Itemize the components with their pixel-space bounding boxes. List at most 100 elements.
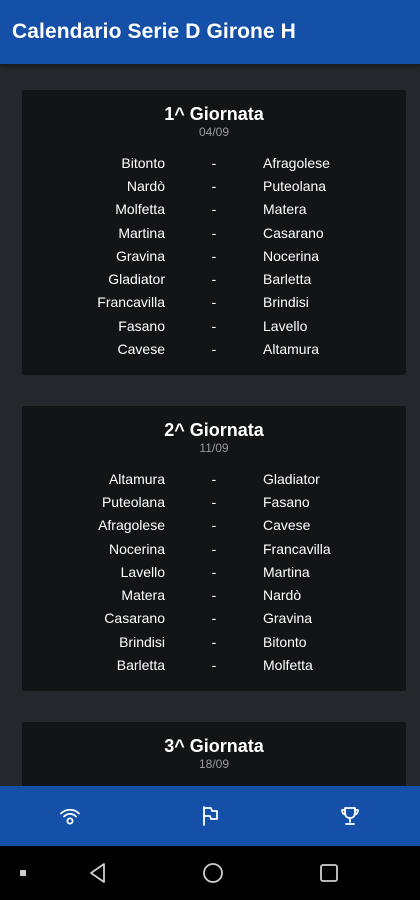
match-row: Brindisi - Bitonto	[22, 630, 406, 653]
away-team: Fasano	[263, 493, 310, 510]
away-team: Matera	[263, 201, 307, 218]
match-separator: -	[211, 633, 217, 650]
system-recents-button[interactable]	[314, 858, 344, 888]
away-team: Altamura	[263, 341, 320, 358]
match-row: Nocerina - Francavilla	[22, 537, 406, 560]
away-team: Gravina	[263, 610, 313, 627]
match-separator: -	[211, 657, 217, 674]
home-team: Barletta	[116, 657, 165, 674]
match-separator: -	[211, 201, 217, 218]
match-separator: -	[211, 493, 217, 510]
home-team: Altamura	[108, 470, 165, 487]
match-separator: -	[211, 247, 217, 264]
away-team: Casarano	[263, 224, 324, 241]
round-card: 2^ Giornata 11/09 Altamura - Gladiator Put…	[22, 406, 406, 691]
match-separator: -	[211, 317, 217, 334]
home-team: Brindisi	[119, 633, 165, 650]
match-row: Gladiator - Barletta	[22, 267, 406, 290]
match-separator: -	[211, 177, 217, 194]
back-icon	[90, 863, 105, 883]
page-title: Calendario Serie D Girone H	[12, 20, 296, 43]
match-row: Francavilla - Brindisi	[22, 291, 406, 314]
home-team: Fasano	[118, 317, 165, 334]
away-team: Bitonto	[263, 633, 307, 650]
trophy-icon	[341, 807, 359, 825]
nav-live-button[interactable]	[40, 786, 100, 846]
away-team: Molfetta	[263, 657, 313, 674]
match-row: Nardò - Puteolana	[22, 174, 406, 197]
match-row: Casarano - Gravina	[22, 607, 406, 630]
match-row: Lavello - Martina	[22, 560, 406, 583]
away-team: Brindisi	[263, 294, 309, 311]
home-team: Molfetta	[115, 201, 165, 218]
match-separator: -	[211, 587, 217, 604]
home-team: Cavese	[117, 341, 165, 358]
flag-icon	[203, 806, 218, 826]
match-separator: -	[211, 517, 217, 534]
home-team: Puteolana	[101, 493, 165, 510]
round-title: 1^ Giornata	[164, 104, 264, 124]
away-team: Martina	[263, 563, 310, 580]
away-team: Barletta	[263, 271, 312, 288]
round-title: 3^ Giornata	[164, 736, 264, 756]
away-team: Puteolana	[263, 177, 327, 194]
match-row: Molfetta - Matera	[22, 198, 406, 221]
match-row: Altamura - Gladiator	[22, 467, 406, 490]
nav-standings-button[interactable]	[320, 786, 380, 846]
home-team: Gladiator	[108, 271, 165, 288]
home-team: Casarano	[104, 610, 165, 627]
round-date: 11/09	[199, 441, 229, 455]
match-row: Cavese - Altamura	[22, 337, 406, 360]
away-team: Lavello	[263, 317, 308, 334]
away-team: Francavilla	[263, 540, 331, 557]
match-separator: -	[211, 154, 217, 171]
match-list: Altamura - Gladiator Puteolana - Fasano Afra…	[22, 467, 406, 677]
match-row: Barletta - Molfetta	[22, 653, 406, 676]
home-team: Nocerina	[108, 540, 165, 557]
round-title: 2^ Giornata	[164, 420, 264, 440]
round-card: 1^ Giornata 04/09 Bitonto - Afragolese Nar…	[22, 90, 406, 375]
system-back-button[interactable]	[83, 858, 113, 888]
match-row: Martina - Casarano	[22, 221, 406, 244]
bottom-navigation	[0, 786, 420, 846]
home-team: Bitonto	[121, 154, 165, 171]
match-separator: -	[211, 563, 217, 580]
match-separator: -	[211, 224, 217, 241]
away-team: Afragolese	[263, 154, 330, 171]
home-team: Lavello	[120, 563, 165, 580]
home-team: Matera	[121, 587, 165, 604]
live-signal-icon	[60, 808, 80, 825]
match-row: Matera - Nardò	[22, 583, 406, 606]
match-separator: -	[211, 470, 217, 487]
home-icon	[203, 863, 223, 883]
match-list: Bitonto - Afragolese Nardò - Puteolana Molfe…	[22, 151, 406, 361]
match-separator: -	[211, 294, 217, 311]
match-separator: -	[211, 610, 217, 627]
away-team: Nardò	[263, 587, 302, 604]
home-team: Gravina	[115, 247, 165, 264]
round-date: 18/09	[198, 757, 230, 771]
match-separator: -	[211, 341, 217, 358]
match-row: Fasano - Lavello	[22, 314, 406, 337]
app-bar: Calendario Serie D Girone H	[0, 0, 420, 64]
system-navigation-bar	[0, 846, 420, 900]
recents-icon	[320, 864, 338, 882]
nav-calendar-button[interactable]	[180, 786, 240, 846]
home-team: Afragolese	[98, 517, 165, 534]
home-team: Nardò	[126, 177, 165, 194]
match-row: Bitonto - Afragolese	[22, 151, 406, 174]
match-separator: -	[211, 271, 217, 288]
away-team: Gladiator	[263, 470, 320, 487]
round-card: 3^ Giornata 18/09	[22, 722, 406, 786]
match-row: Afragolese - Cavese	[22, 514, 406, 537]
round-date: 04/09	[198, 125, 230, 139]
home-team: Francavilla	[97, 294, 165, 311]
schedule-list[interactable]: 1^ Giornata 04/09 Bitonto - Afragolese Nar…	[0, 64, 420, 786]
match-separator: -	[211, 540, 217, 557]
system-home-button[interactable]	[198, 858, 228, 888]
notification-dot-icon	[20, 870, 26, 876]
match-row: Gravina - Nocerina	[22, 244, 406, 267]
match-row: Puteolana - Fasano	[22, 490, 406, 513]
away-team: Cavese	[263, 517, 311, 534]
away-team: Nocerina	[263, 247, 320, 264]
